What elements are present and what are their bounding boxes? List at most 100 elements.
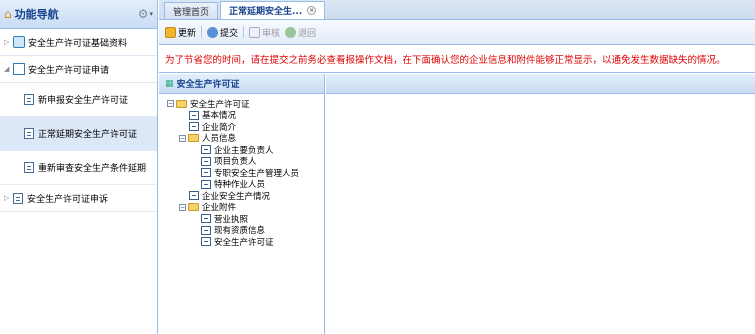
refresh-button[interactable]: 更新 xyxy=(165,26,196,39)
refresh-label: 更新 xyxy=(178,28,197,39)
sidebar-item-label: 重新审查安全生产条件延期 xyxy=(38,164,147,174)
tree-node-label: 安全生产许可证 xyxy=(214,237,274,248)
toolbar: 更新 提交 审核 退回 xyxy=(159,20,755,45)
tree-node-label: 人员信息 xyxy=(202,134,237,145)
tree-icon: ▦ xyxy=(165,78,174,89)
document-icon xyxy=(201,225,211,235)
tree-node-basic[interactable]: 基本情况 xyxy=(159,110,324,122)
sidebar-item-recheck[interactable]: 重新审查安全生产条件延期 xyxy=(0,151,157,185)
document-icon xyxy=(189,191,199,201)
document-icon xyxy=(24,94,34,105)
user-icon xyxy=(207,26,219,38)
collapse-icon[interactable]: − xyxy=(167,100,174,108)
document-icon xyxy=(189,122,199,132)
chevron-down-icon[interactable]: ▾ xyxy=(149,10,153,18)
sidebar-group-apply[interactable]: ◢ 安全生产许可证申请 xyxy=(0,56,157,83)
tree-panel-title: 安全生产许可证 xyxy=(176,80,240,90)
collapse-icon[interactable]: − xyxy=(179,134,186,142)
sidebar-group-label: 安全生产许可证基础资料 xyxy=(28,38,128,49)
tree-node-label: 项目负责人 xyxy=(214,157,257,168)
app-window: ⌂ 功能导航 ⚙ ▾ ▷ 安全生产许可证基础资料 ◢ 安全生产许可证申请 新申报… xyxy=(0,0,755,334)
document-icon xyxy=(13,192,23,204)
document-icon xyxy=(24,128,34,139)
audit-button[interactable]: 审核 xyxy=(249,26,280,39)
tree-node-label: 特种作业人员 xyxy=(214,180,266,191)
tab-extend[interactable]: 正常延期安全生... × xyxy=(220,1,326,19)
tree-node-label: 企业简介 xyxy=(202,122,237,133)
tree-node-label: 营业执照 xyxy=(214,214,249,225)
detail-panel-header xyxy=(326,74,755,94)
layers-icon xyxy=(13,36,25,48)
document-search-icon xyxy=(13,63,25,75)
tree-node-label: 企业主要负责人 xyxy=(214,145,274,156)
document-icon xyxy=(201,237,211,247)
collapse-icon[interactable]: − xyxy=(179,203,186,211)
tree-node-label: 基本情况 xyxy=(202,111,237,122)
chevron-right-icon: ▷ xyxy=(4,194,10,202)
submit-button[interactable]: 提交 xyxy=(207,26,238,39)
tree-panel: ▦ 安全生产许可证 − 安全生产许可证 基本情况 企业简介 − 人员信息 企业主… xyxy=(159,74,325,334)
tree-node-qualification[interactable]: 现有资质信息 xyxy=(159,225,324,237)
document-icon xyxy=(201,156,211,166)
sidebar-group-basic[interactable]: ▷ 安全生产许可证基础资料 xyxy=(0,29,157,56)
tree-node-intro[interactable]: 企业简介 xyxy=(159,121,324,133)
document-icon xyxy=(201,179,211,189)
tab-home[interactable]: 管理首页 xyxy=(164,2,219,19)
tree-node-permit[interactable]: 安全生产许可证 xyxy=(159,236,324,248)
home-icon: ⌂ xyxy=(4,7,12,21)
chevron-down-icon: ◢ xyxy=(4,65,10,73)
tree-node-label: 专职安全生产管理人员 xyxy=(214,168,300,179)
sidebar-group-label: 安全生产许可证申请 xyxy=(28,65,110,76)
gear-icon[interactable]: ⚙ xyxy=(138,7,149,21)
sidebar: ⌂ 功能导航 ⚙ ▾ ▷ 安全生产许可证基础资料 ◢ 安全生产许可证申请 新申报… xyxy=(0,0,158,334)
tree-node-label: 安全生产许可证 xyxy=(190,99,250,110)
tree-node-safety-staff[interactable]: 专职安全生产管理人员 xyxy=(159,167,324,179)
sidebar-header: ⌂ 功能导航 ⚙ ▾ xyxy=(0,0,157,29)
sidebar-group-appeal[interactable]: ▷ 安全生产许可证申诉 xyxy=(0,185,157,212)
sidebar-title: 功能导航 xyxy=(14,8,59,21)
content-area: ▦ 安全生产许可证 − 安全生产许可证 基本情况 企业简介 − 人员信息 企业主… xyxy=(159,74,755,334)
return-label: 退回 xyxy=(298,28,317,39)
tree: − 安全生产许可证 基本情况 企业简介 − 人员信息 企业主要负责人 项目负责人… xyxy=(159,94,324,248)
audit-label: 审核 xyxy=(262,28,281,39)
submit-label: 提交 xyxy=(220,28,239,39)
sidebar-item-label: 新申报安全生产许可证 xyxy=(38,96,129,106)
tree-node-pm[interactable]: 项目负责人 xyxy=(159,156,324,168)
chevron-right-icon: ▷ xyxy=(4,38,10,46)
return-button[interactable]: 退回 xyxy=(285,26,316,39)
document-icon xyxy=(201,214,211,224)
audit-icon xyxy=(249,26,261,38)
close-icon[interactable]: × xyxy=(307,6,317,15)
sidebar-item-new[interactable]: 新申报安全生产许可证 xyxy=(0,83,157,117)
tree-node-label: 企业附件 xyxy=(202,203,237,214)
main-area: 管理首页 正常延期安全生... × 更新 提交 审核 退回 为了节省您的时间，请… xyxy=(159,0,755,334)
sidebar-item-label: 正常延期安全生产许可证 xyxy=(38,130,138,140)
tab-label: 管理首页 xyxy=(173,7,210,18)
document-icon xyxy=(201,168,211,178)
tree-node-label: 现有资质信息 xyxy=(214,226,266,237)
notice-message: 为了节省您的时间，请在提交之前务必查看报操作文档，在下面确认您的企业信息和附件能… xyxy=(159,45,755,73)
tree-node-label: 企业安全生产情况 xyxy=(202,191,271,202)
tree-panel-header: ▦ 安全生产许可证 xyxy=(159,74,324,94)
document-icon xyxy=(189,110,199,120)
toolbar-divider xyxy=(201,26,203,38)
tree-node-leader[interactable]: 企业主要负责人 xyxy=(159,144,324,156)
tab-bar: 管理首页 正常延期安全生... × xyxy=(159,0,755,20)
tree-node-special[interactable]: 特种作业人员 xyxy=(159,179,324,191)
return-icon xyxy=(285,26,297,38)
refresh-icon xyxy=(165,26,176,38)
tree-node-personnel[interactable]: − 人员信息 xyxy=(159,133,324,145)
document-icon xyxy=(24,162,34,173)
toolbar-divider xyxy=(243,26,245,38)
tree-node-root[interactable]: − 安全生产许可证 xyxy=(159,98,324,110)
tab-label: 正常延期安全生... xyxy=(229,7,303,17)
tree-node-safety[interactable]: 企业安全生产情况 xyxy=(159,190,324,202)
tree-node-license[interactable]: 营业执照 xyxy=(159,213,324,225)
tree-node-attach[interactable]: − 企业附件 xyxy=(159,202,324,214)
folder-open-icon xyxy=(188,134,199,143)
sidebar-group-label: 安全生产许可证申诉 xyxy=(27,194,109,205)
folder-open-icon xyxy=(188,203,199,212)
document-icon xyxy=(201,145,211,155)
sidebar-item-extend[interactable]: 正常延期安全生产许可证 xyxy=(0,117,157,151)
folder-open-icon xyxy=(176,99,187,108)
